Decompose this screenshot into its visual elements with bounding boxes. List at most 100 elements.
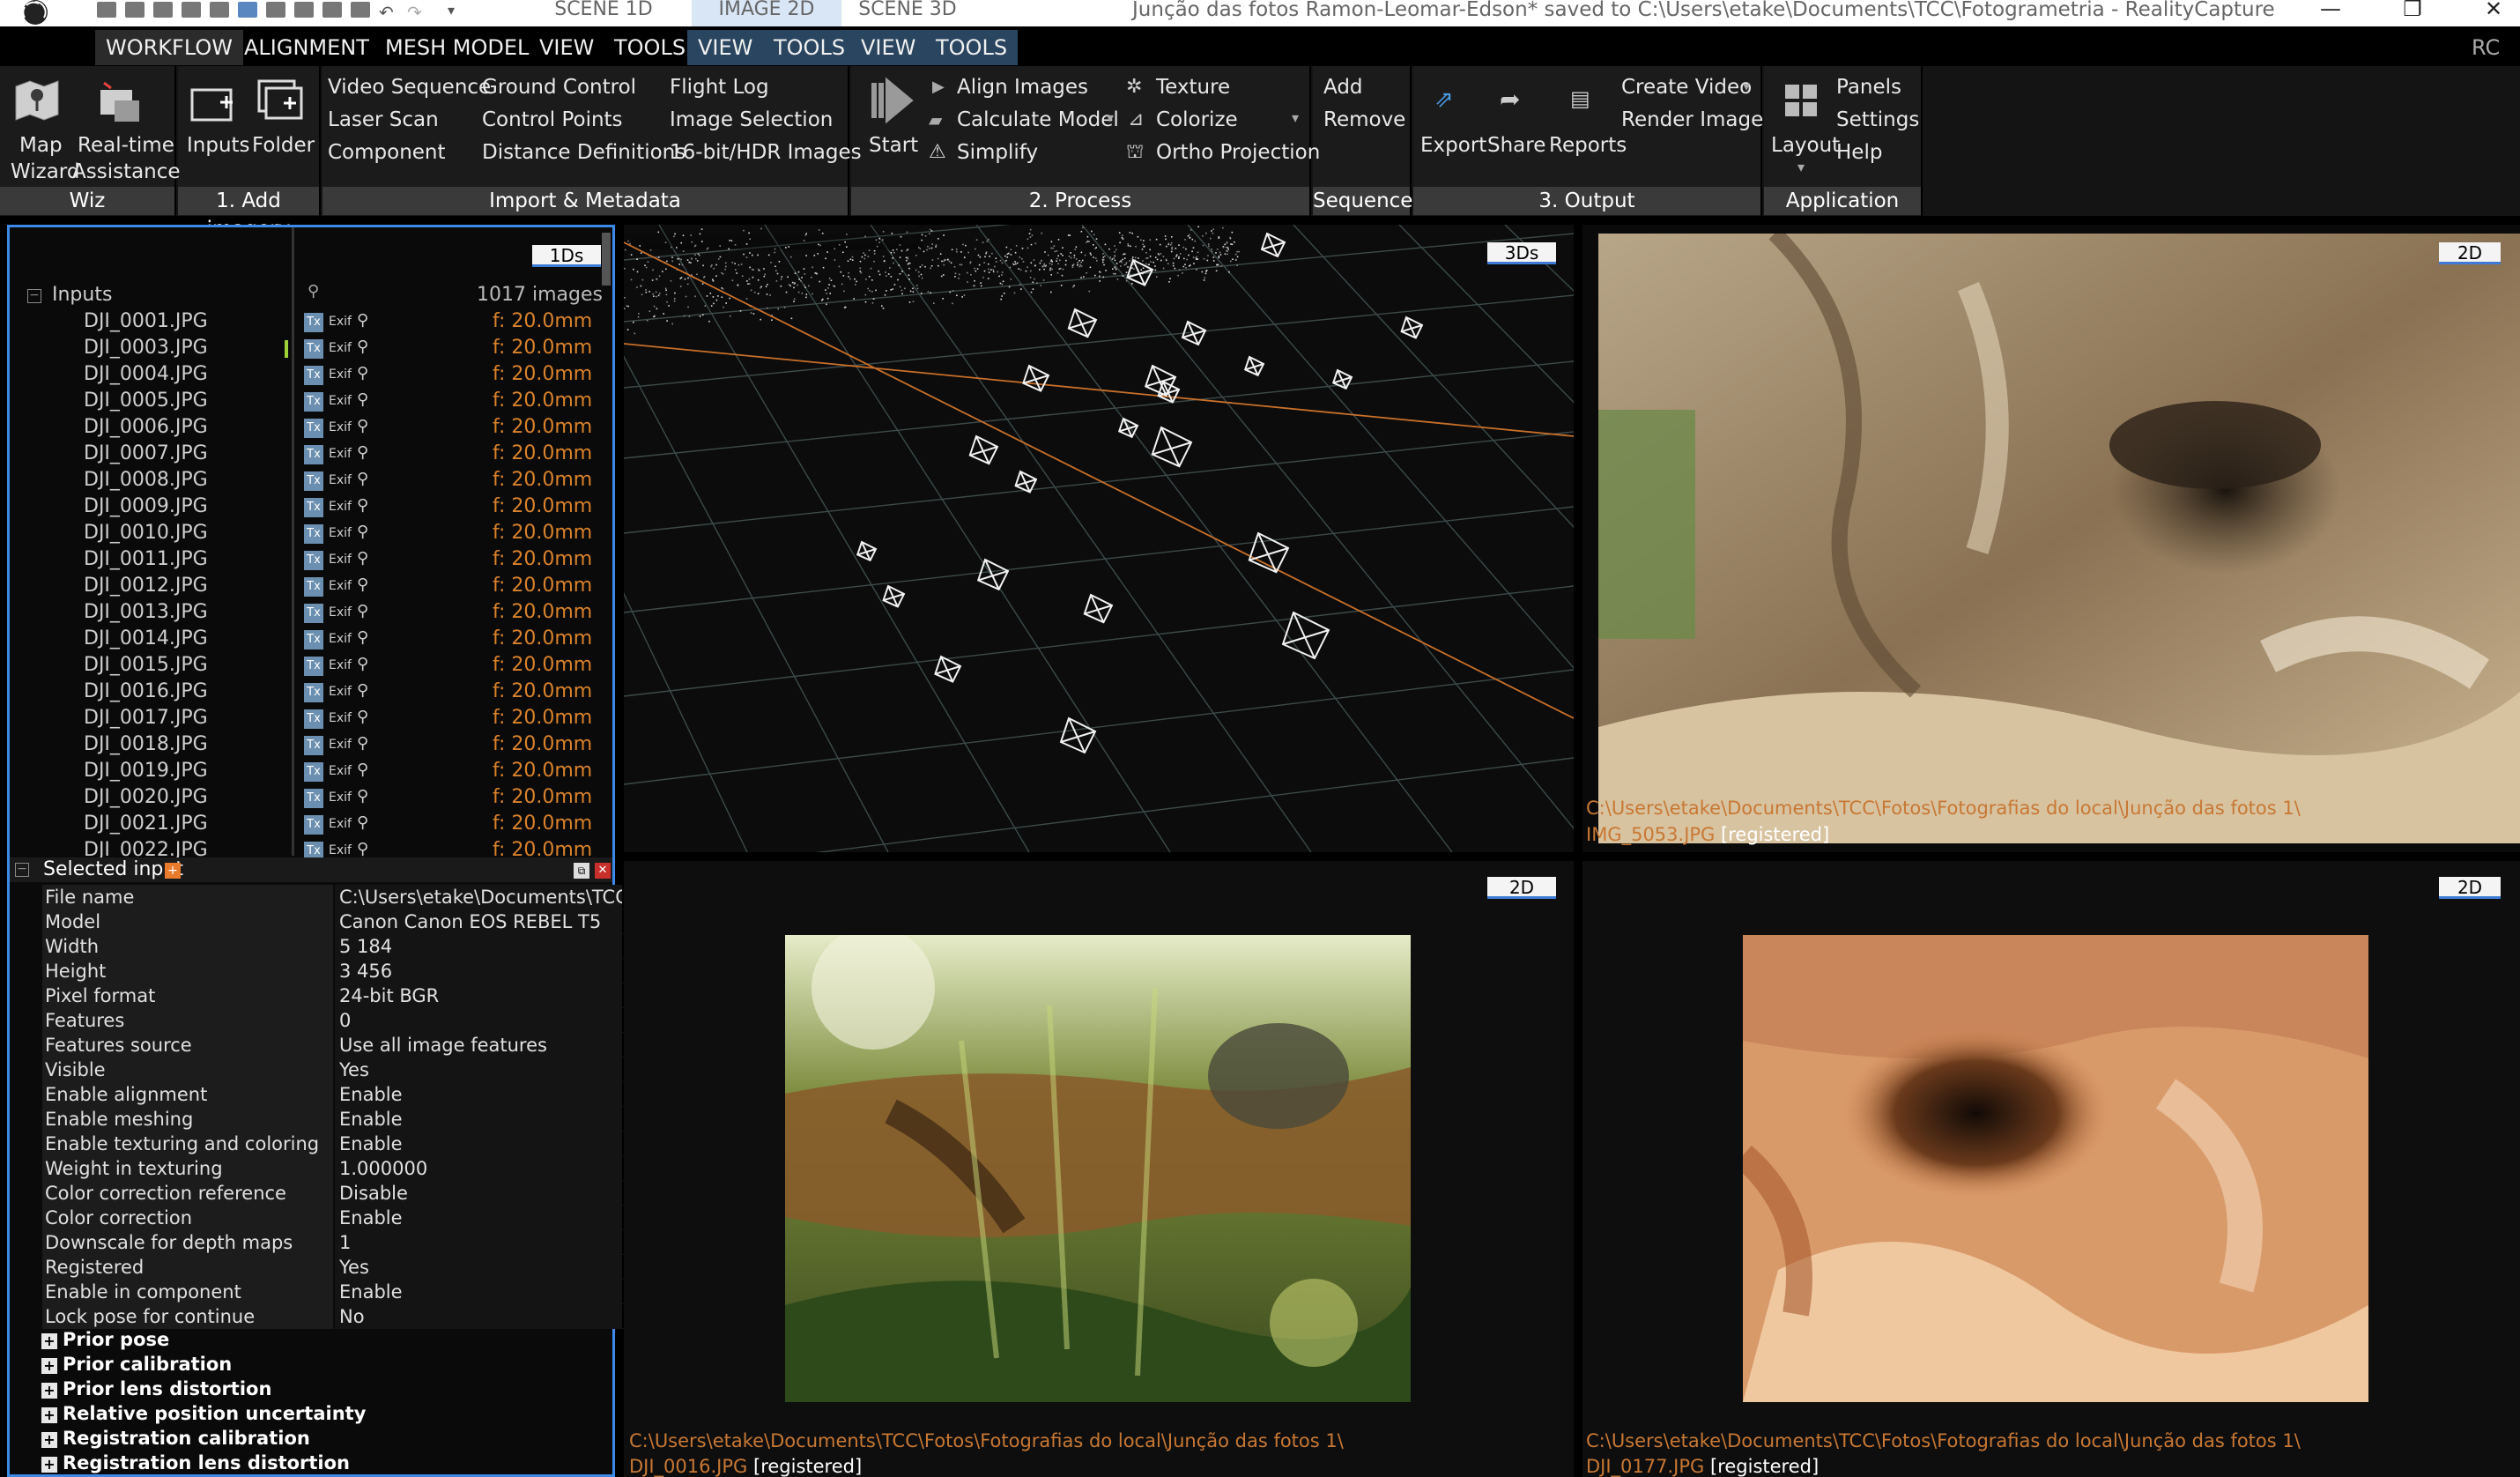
property-section[interactable]: Relative position uncertainty (63, 1403, 366, 1424)
quick-layout6-icon[interactable] (322, 2, 342, 18)
customize-icon[interactable]: ▾ (448, 2, 467, 19)
input-item-name[interactable]: DJI_0001.JPG (84, 310, 208, 332)
quick-open-icon[interactable] (125, 2, 145, 18)
image-2d-view-bottom-right[interactable]: 2D C:\Users\etake\Documents\TCC\Fotos\Fo… (1582, 861, 2520, 1477)
property-row[interactable]: Enable texturing and coloring Enable (42, 1132, 624, 1156)
property-section[interactable]: Prior lens distortion (63, 1378, 271, 1399)
menu-alignment[interactable]: ALIGNMENT (233, 30, 380, 65)
input-item-name[interactable]: DJI_0006.JPG (84, 416, 208, 438)
menu-rc[interactable]: RC (2461, 30, 2510, 65)
input-item-name[interactable]: DJI_0008.JPG (84, 469, 208, 491)
component-button[interactable]: Component (328, 141, 446, 164)
property-row[interactable]: File nameC:\Users\etake\Documents\TCC\F.… (42, 885, 624, 909)
property-value[interactable]: No (335, 1304, 622, 1329)
calculate-model-dropdown-icon[interactable]: ▾ (1107, 109, 1114, 126)
layout-dropdown-icon[interactable]: ▾ (1797, 159, 1805, 175)
camera-frustum[interactable] (1243, 355, 1265, 377)
quick-new-icon[interactable] (97, 2, 116, 18)
input-item-name[interactable]: DJI_0019.JPG (84, 760, 208, 782)
simplify-button[interactable]: Simplify (957, 141, 1038, 164)
quick-save-icon[interactable] (153, 2, 173, 18)
export-button[interactable]: Export (1420, 134, 1486, 157)
render-image-button[interactable]: Render Image (1621, 108, 1763, 131)
input-item-name[interactable]: DJI_0007.JPG (84, 442, 208, 464)
camera-frustum[interactable] (976, 558, 1010, 591)
folder-button[interactable]: Folder (252, 134, 315, 157)
create-video-dropdown-icon[interactable]: ▾ (1743, 78, 1750, 94)
camera-frustum[interactable] (856, 540, 878, 562)
view-badge-3ds[interactable]: 3Ds (1487, 242, 1556, 264)
camera-frustum[interactable] (1400, 315, 1424, 339)
menu-view-3d[interactable]: VIEW (850, 30, 927, 65)
redo-icon[interactable]: ↷ (407, 2, 426, 23)
ctx-tab-image2d[interactable]: IMAGE 2D (692, 0, 841, 26)
input-item-name[interactable]: DJI_0013.JPG (84, 601, 208, 623)
map-wizard-label[interactable]: Map (19, 134, 63, 157)
quick-layout7-icon[interactable] (351, 2, 370, 18)
minimize-button[interactable]: — (2304, 0, 2357, 26)
property-section[interactable]: Prior calibration (63, 1354, 232, 1375)
panels-button[interactable]: Panels (1836, 76, 1901, 99)
camera-frustum[interactable] (1260, 232, 1286, 258)
property-row[interactable]: Enable in component Enable (42, 1280, 624, 1304)
align-images-button[interactable]: Align Images (957, 76, 1088, 99)
property-row[interactable]: Model Canon Canon EOS REBEL T5 (42, 909, 624, 934)
input-item-name[interactable]: DJI_0003.JPG (84, 337, 208, 359)
view-badge-2d-top[interactable]: 2D (2439, 242, 2501, 264)
camera-frustum[interactable] (1157, 380, 1181, 404)
menu-tools[interactable]: TOOLS (604, 30, 696, 65)
input-item-name[interactable]: DJI_0016.JPG (84, 680, 208, 702)
property-row[interactable]: Visible Yes (42, 1058, 624, 1082)
camera-frustum[interactable] (1067, 308, 1098, 338)
camera-frustum[interactable] (1059, 716, 1097, 754)
property-row[interactable]: Color correction Enable (42, 1206, 624, 1230)
property-value[interactable]: Enable (335, 1280, 622, 1304)
start-button[interactable]: Start (869, 134, 918, 157)
property-value[interactable]: 1.000000 (335, 1156, 622, 1181)
property-value[interactable]: 3 456 (335, 959, 622, 983)
quick-layout5-icon[interactable] (294, 2, 314, 18)
property-row[interactable]: Downscale for depth maps 1 (42, 1230, 624, 1255)
input-item-name[interactable]: DJI_0012.JPG (84, 575, 208, 597)
input-item-name[interactable]: DJI_0011.JPG (84, 548, 208, 570)
input-item-name[interactable]: DJI_0010.JPG (84, 522, 208, 544)
ctx-tab-scene3d[interactable]: SCENE 3D (841, 0, 974, 26)
property-section[interactable]: Prior pose (63, 1329, 169, 1350)
realtime-label[interactable]: Real-time (78, 134, 174, 157)
property-row[interactable]: Pixel format 24-bit BGR (42, 983, 624, 1008)
settings-button[interactable]: Settings (1836, 108, 1919, 131)
scene-3d-view[interactable]: 3Ds (624, 225, 1574, 852)
process-dropdown-icon[interactable]: ▾ (1292, 109, 1299, 126)
tree-root-inputs[interactable]: Inputs (52, 284, 112, 306)
quick-layout2-icon[interactable] (210, 2, 229, 18)
camera-frustum[interactable] (1022, 364, 1050, 392)
close-button[interactable]: ✕ (2467, 0, 2520, 26)
property-value[interactable]: Disable (335, 1181, 622, 1206)
ctx-tab-scene1d[interactable]: SCENE 1D (515, 0, 692, 26)
video-sequence-button[interactable]: Video Sequence (328, 76, 491, 99)
maximize-button[interactable]: ❐ (2386, 0, 2439, 26)
scrollbar-thumb[interactable] (602, 233, 611, 286)
expand-icon[interactable]: + (41, 1383, 57, 1399)
property-row[interactable]: Weight in texturing 1.000000 (42, 1156, 624, 1181)
property-value[interactable]: Use all image features (335, 1033, 622, 1058)
property-value[interactable]: Enable (335, 1132, 622, 1156)
texture-button[interactable]: Texture (1156, 76, 1230, 99)
property-value[interactable]: 24-bit BGR (335, 983, 622, 1008)
selected-input-collapse-icon[interactable]: − (15, 863, 29, 877)
calculate-model-button[interactable]: Calculate Model (957, 108, 1119, 131)
expand-icon[interactable]: + (41, 1407, 57, 1423)
expand-icon[interactable]: + (41, 1358, 57, 1374)
expand-icon[interactable]: + (41, 1432, 57, 1448)
property-value[interactable]: Yes (335, 1255, 622, 1280)
input-item-name[interactable]: DJI_0015.JPG (84, 654, 208, 676)
reports-button[interactable]: Reports (1549, 134, 1627, 157)
help-button[interactable]: Help (1836, 141, 1882, 164)
input-item-name[interactable]: DJI_0020.JPG (84, 786, 208, 808)
hdr-images-button[interactable]: 16-bit/HDR Images (670, 141, 862, 164)
property-row[interactable]: Features source Use all image features (42, 1033, 624, 1058)
input-item-name[interactable]: DJI_0017.JPG (84, 707, 208, 729)
laser-scan-button[interactable]: Laser Scan (328, 108, 439, 131)
view-badge-1ds[interactable]: 1Ds (532, 245, 601, 267)
panel-float-icon[interactable]: ⧉ (574, 863, 589, 879)
